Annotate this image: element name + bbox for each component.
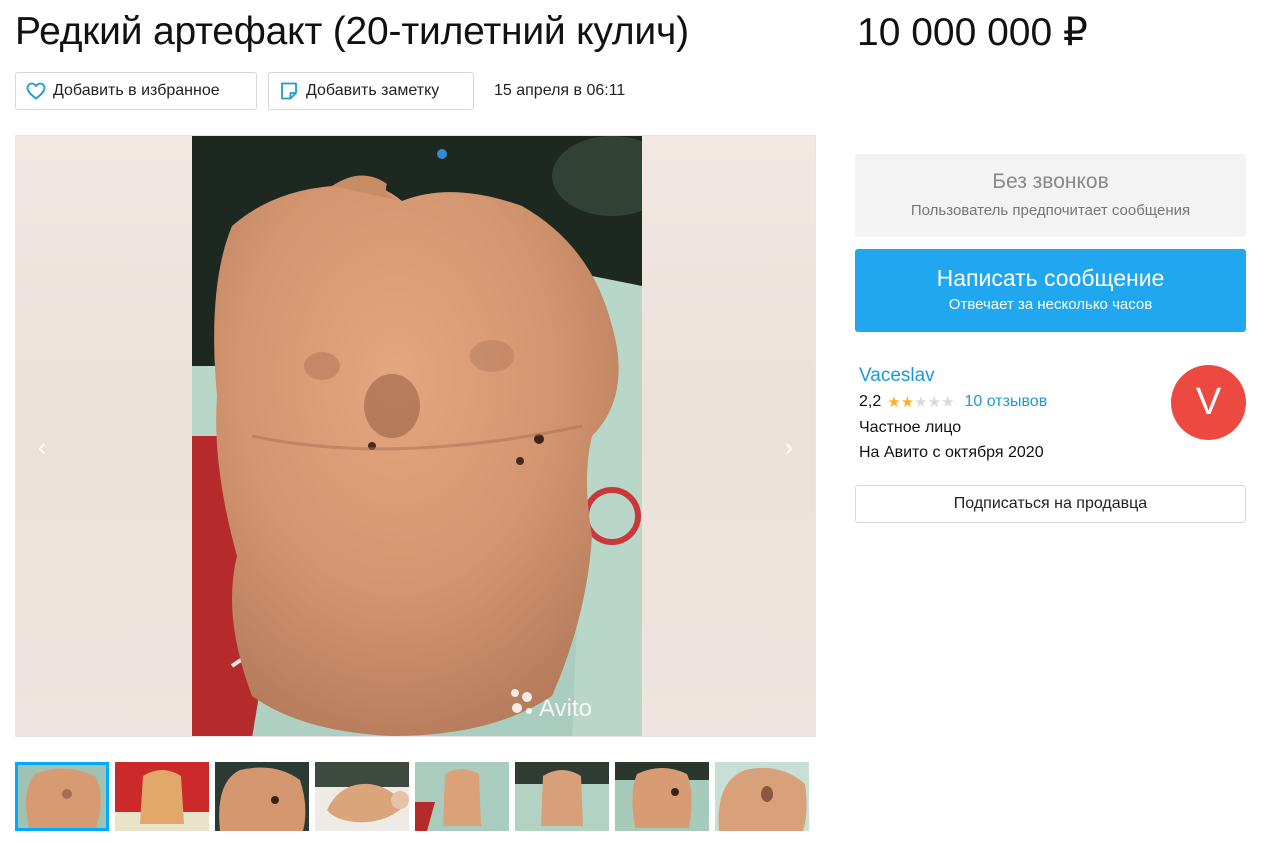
seller-type: Частное лицо xyxy=(859,419,962,436)
kulich-photo: Avito xyxy=(192,136,642,736)
thumbnail-3[interactable] xyxy=(215,762,309,831)
add-note-label: Добавить заметку xyxy=(306,82,440,99)
seller-avatar[interactable]: V xyxy=(1171,365,1246,440)
listing-date: 15 апреля в 06:11 xyxy=(494,82,626,99)
thumbnail-7[interactable] xyxy=(615,762,709,831)
subscribe-seller-button[interactable]: Подписаться на продавца xyxy=(855,485,1246,523)
add-to-favorites-button[interactable]: Добавить в избранное xyxy=(15,72,257,110)
seller-since: На Авито с октября 2020 xyxy=(859,444,1044,461)
svg-text:Avito: Avito xyxy=(539,695,592,722)
reviews-link[interactable]: 10 отзывов xyxy=(965,393,1048,411)
thumbnail-6[interactable] xyxy=(515,762,609,831)
chevron-left-icon[interactable]: ‹ xyxy=(38,436,46,460)
thumbnail-5[interactable] xyxy=(415,762,509,831)
thumbnail-4[interactable] xyxy=(315,762,409,831)
no-calls-title: Без звонков xyxy=(992,170,1109,193)
star-icon: ★ xyxy=(914,393,928,411)
photo-gallery[interactable]: Avito ‹ › xyxy=(15,135,816,737)
thumbnail-8[interactable] xyxy=(715,762,809,831)
chevron-right-icon[interactable]: › xyxy=(785,436,793,460)
rating-stars: ★ ★ ★ ★ ★ xyxy=(887,395,954,410)
seller-name-link[interactable]: Vaceslav xyxy=(859,365,935,387)
response-time-label: Отвечает за несколько часов xyxy=(948,296,1153,313)
thumbnail-strip xyxy=(15,762,809,831)
add-note-button[interactable]: Добавить заметку xyxy=(268,72,474,110)
star-icon: ★ xyxy=(900,393,915,411)
add-to-favorites-label: Добавить в избранное xyxy=(53,82,220,99)
listing-price: 10 000 000 ₽ xyxy=(857,11,1088,54)
no-calls-notice: Без звонков Пользователь предпочитает со… xyxy=(855,154,1246,237)
rating-value: 2,2 xyxy=(859,393,882,410)
write-message-button[interactable]: Написать сообщение Отвечает за несколько… xyxy=(855,249,1246,332)
listing-title: Редкий артефакт (20-тилетний кулич) xyxy=(15,10,689,53)
no-calls-subtitle: Пользователь предпочитает сообщения xyxy=(910,202,1191,219)
main-photo[interactable]: Avito xyxy=(192,136,642,736)
sticky-note-icon xyxy=(281,82,297,100)
heart-icon xyxy=(26,82,46,100)
star-icon: ★ xyxy=(941,393,955,411)
thumbnail-1[interactable] xyxy=(15,762,109,831)
seller-rating: 2,2 ★ ★ ★ ★ ★ 10 отзывов xyxy=(859,393,1047,411)
thumbnail-2[interactable] xyxy=(115,762,209,831)
star-icon: ★ xyxy=(927,393,942,411)
write-message-label: Написать сообщение xyxy=(936,265,1165,291)
star-icon: ★ xyxy=(887,393,901,411)
